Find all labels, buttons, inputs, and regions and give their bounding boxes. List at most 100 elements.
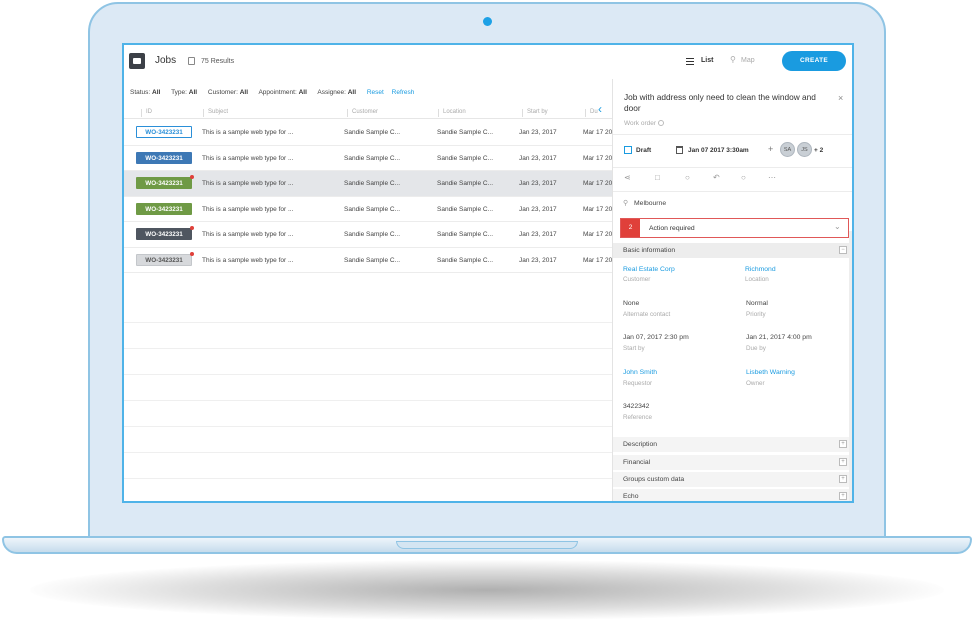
due-date-cell: Mar 17 20 (583, 154, 613, 162)
avatar[interactable]: SA (780, 142, 795, 157)
camera-icon (483, 17, 492, 26)
section-label: Financial (623, 459, 651, 466)
filter-status[interactable]: Status: All (130, 89, 160, 96)
expand-icon[interactable]: + (839, 440, 847, 448)
more-assignees-count[interactable]: + 2 (814, 147, 823, 154)
priority-caption: Priority (746, 311, 766, 318)
table-row[interactable]: WO-3423231 This is a sample web type for … (124, 248, 612, 273)
table-row[interactable]: WO-3423231 This is a sample web type for … (124, 120, 612, 146)
job-type: Work order (624, 120, 665, 127)
close-icon[interactable]: × (838, 93, 843, 103)
alert-dot-icon (190, 251, 194, 256)
job-detail-panel: Job with address only need to clean the … (612, 79, 852, 501)
expand-icon[interactable]: + (839, 475, 847, 483)
info-icon[interactable] (658, 120, 665, 126)
start-date-cell: Jan 23, 2017 (519, 154, 557, 162)
more-icon[interactable]: ⋯ (768, 173, 776, 182)
groups-custom-data-section[interactable]: Groups custom data + (613, 472, 852, 487)
customer-cell: Sandie Sample C... (344, 256, 401, 264)
expand-icon[interactable]: + (839, 492, 847, 500)
share-icon[interactable]: ⋖ (624, 173, 631, 182)
filter-assignee[interactable]: Assignee: All (317, 89, 356, 96)
table-row[interactable]: WO-3423231 This is a sample web type for … (124, 222, 612, 248)
divider (613, 191, 852, 192)
alternate-contact-value: None (623, 300, 640, 307)
customer-caption: Customer (623, 276, 651, 283)
customer-cell: Sandie Sample C... (344, 231, 401, 238)
filter-type[interactable]: Type: All (171, 89, 197, 96)
action-required-alert[interactable]: 2 Action required ⌄ (620, 218, 849, 238)
requestor-value[interactable]: John Smith (623, 369, 657, 376)
job-id-badge[interactable]: WO-3423231 (136, 226, 194, 240)
collapse-icon[interactable]: − (839, 246, 847, 254)
expand-icon[interactable]: + (839, 458, 847, 466)
avatar[interactable]: JS (797, 142, 812, 157)
scrollbar[interactable] (849, 231, 852, 501)
column-header-due[interactable]: Du (585, 109, 598, 117)
filter-customer[interactable]: Customer: All (208, 89, 248, 96)
due-by-value: Jan 21, 2017 4:00 pm (746, 334, 812, 341)
filter-appointment[interactable]: Appointment: All (258, 89, 306, 96)
job-id-badge[interactable]: WO-3423231 (136, 175, 194, 189)
subject-cell: This is a sample web type for ... (202, 231, 294, 238)
scheduled-date[interactable]: Jan 07 2017 3:30am (688, 147, 749, 154)
table-row[interactable]: WO-3423231 This is a sample web type for … (124, 146, 613, 171)
alert-dot-icon (190, 226, 194, 230)
description-section[interactable]: Description + (613, 437, 852, 452)
job-id-badge[interactable]: WO-3423231 (136, 126, 192, 138)
customer-cell: Sandie Sample C... (344, 154, 401, 162)
results-icon (188, 57, 195, 65)
section-label: Groups custom data (623, 476, 685, 483)
start-date-cell: Jan 23, 2017 (519, 231, 557, 238)
subject-cell: This is a sample web type for ... (202, 154, 294, 162)
job-id-badge[interactable]: WO-3423231 (136, 151, 192, 164)
user-icon[interactable]: ○ (741, 173, 746, 182)
echo-section[interactable]: Echo + (613, 489, 852, 501)
briefcase-icon[interactable] (129, 53, 145, 69)
column-header-id[interactable]: ID (141, 109, 152, 117)
column-header-start[interactable]: Start by (522, 109, 548, 117)
create-button[interactable]: CREATE (782, 51, 846, 71)
divider (124, 426, 612, 427)
priority-value: Normal (746, 300, 768, 307)
column-header-subject[interactable]: Subject (202, 109, 228, 117)
clock-icon[interactable]: ○ (685, 173, 690, 182)
reply-icon[interactable]: ↶ (713, 173, 720, 182)
due-by-caption: Due by (746, 345, 766, 352)
list-view-button[interactable]: List (701, 57, 713, 64)
top-bar: Jobs 75 Results List ⚲ Map CREATE (124, 45, 852, 79)
status-label: Draft (636, 147, 652, 154)
refresh-link[interactable]: Refresh (392, 89, 415, 96)
add-assignee-icon[interactable]: + (768, 144, 773, 154)
reset-link[interactable]: Reset (367, 89, 384, 96)
table-row[interactable]: WO-3423231 This is a sample web type for … (124, 171, 612, 197)
start-by-caption: Start by (623, 345, 645, 352)
alert-count: 2 (621, 219, 640, 237)
location-value[interactable]: Richmond (745, 266, 776, 273)
chevron-down-icon[interactable]: ⌄ (834, 222, 841, 231)
collapse-panel-icon[interactable]: ‹ (598, 102, 602, 116)
draft-checkbox[interactable] (624, 146, 632, 154)
map-pin-icon[interactable]: ⚲ (730, 55, 736, 64)
job-id-badge[interactable]: WO-3423231 (136, 202, 192, 215)
location-cell: Sandie Sample C... (437, 180, 494, 187)
section-label: Description (623, 441, 657, 448)
basic-info-section[interactable]: Basic information − (613, 243, 852, 258)
job-id-badge[interactable]: WO-3423231 (136, 251, 194, 266)
table-row[interactable]: WO-3423231 This is a sample web type for … (124, 197, 612, 222)
location-cell: Sandie Sample C... (437, 129, 494, 136)
map-view-button[interactable]: Map (741, 57, 755, 64)
column-header-location[interactable]: Location (438, 109, 466, 117)
list-icon[interactable] (686, 58, 694, 65)
alert-text: Action required (649, 225, 695, 232)
start-date-cell: Jan 23, 2017 (519, 205, 557, 213)
app-screen: Jobs 75 Results List ⚲ Map CREATE Status… (122, 43, 854, 503)
column-header-customer[interactable]: Customer (346, 109, 378, 117)
calendar-icon (676, 146, 683, 154)
owner-value[interactable]: Lisbeth Warning (746, 369, 795, 376)
customer-cell: Sandie Sample C... (344, 205, 401, 213)
customer-value[interactable]: Real Estate Corp (623, 266, 675, 273)
financial-section[interactable]: Financial + (613, 455, 852, 470)
comment-icon[interactable]: □ (655, 173, 660, 182)
location-cell: Sandie Sample C... (437, 154, 494, 162)
